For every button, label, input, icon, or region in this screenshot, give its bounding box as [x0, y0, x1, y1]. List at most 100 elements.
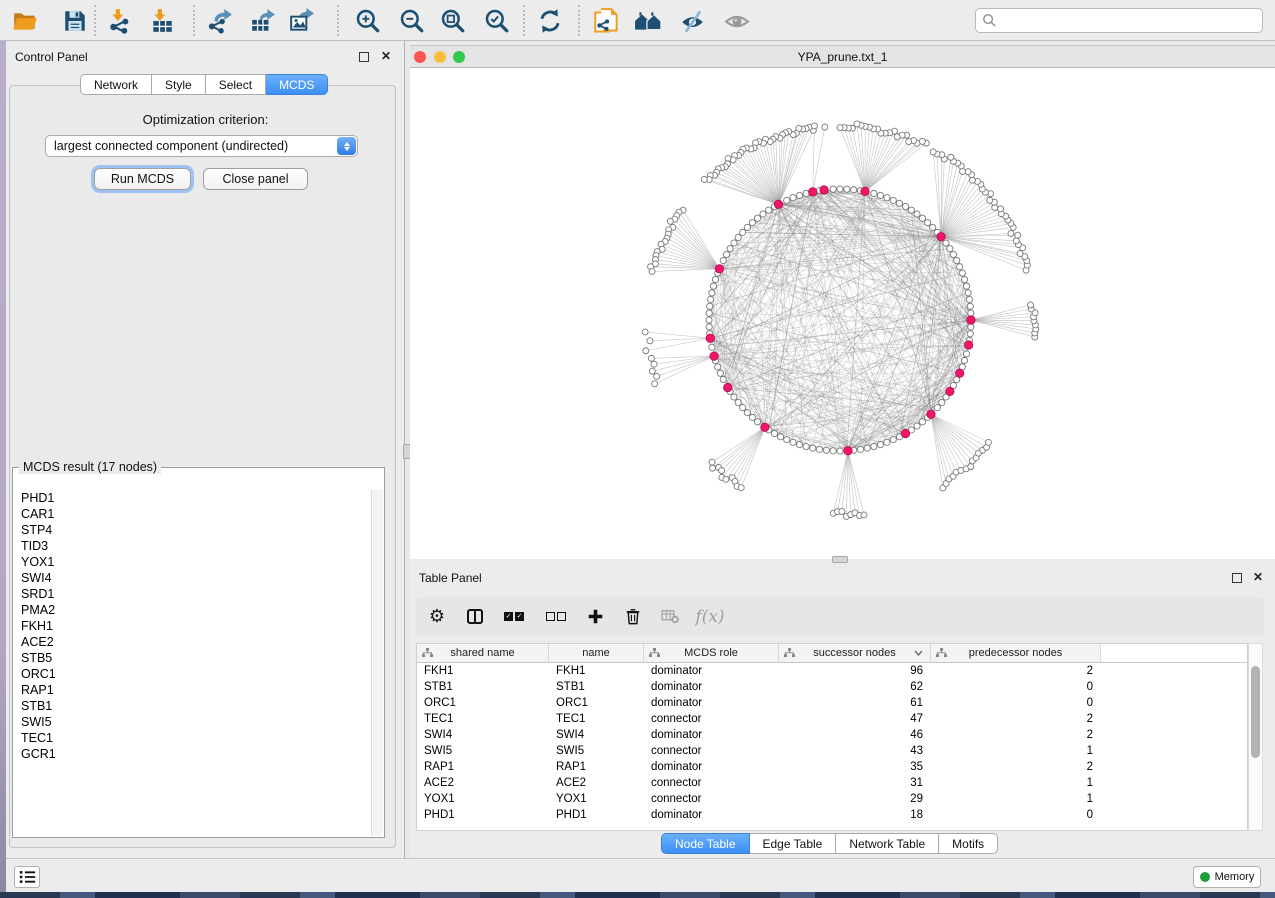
table-row[interactable]: YOX1YOX1connector291	[417, 791, 1247, 807]
table-cell[interactable]: dominator	[644, 759, 779, 775]
table-cell[interactable]: FKH1	[549, 663, 644, 679]
table-cell[interactable]: 61	[779, 695, 931, 711]
table-cell[interactable]: ACE2	[549, 775, 644, 791]
zoom-in-icon[interactable]	[354, 7, 382, 35]
table-cell[interactable]: dominator	[644, 679, 779, 695]
add-column-icon[interactable]	[576, 602, 614, 632]
table-cell[interactable]: ORC1	[549, 695, 644, 711]
mcds-result-item[interactable]: FKH1	[14, 618, 371, 634]
table-cell[interactable]: ORC1	[417, 695, 549, 711]
hide-details-eye-slash-icon[interactable]	[678, 7, 706, 35]
mcds-result-item[interactable]: SRD1	[14, 586, 371, 602]
table-cell[interactable]: 1	[931, 775, 1101, 791]
delete-table-icon[interactable]	[652, 602, 688, 632]
table-cell[interactable]: STB1	[549, 679, 644, 695]
mcds-result-item[interactable]: STB1	[14, 698, 371, 714]
table-cell[interactable]: 31	[779, 775, 931, 791]
table-cell[interactable]: 2	[931, 711, 1101, 727]
table-cell[interactable]: SWI4	[549, 727, 644, 743]
table-cell[interactable]: 2	[931, 759, 1101, 775]
column-header-mcds-role[interactable]: MCDS role	[644, 644, 779, 662]
mcds-result-item[interactable]: STB5	[14, 650, 371, 666]
table-cell[interactable]: 29	[779, 791, 931, 807]
table-cell[interactable]: 43	[779, 743, 931, 759]
split-columns-icon[interactable]	[458, 602, 492, 632]
select-all-icon[interactable]: ✓ ✓	[492, 602, 536, 632]
table-cell[interactable]: 96	[779, 663, 931, 679]
table-row[interactable]: FKH1FKH1dominator962	[417, 663, 1247, 679]
table-row[interactable]: PHD1PHD1dominator180	[417, 807, 1247, 823]
mcds-result-item[interactable]: PHD1	[14, 490, 371, 506]
table-row[interactable]: SWI5SWI5connector431	[417, 743, 1247, 759]
column-header-name[interactable]: name	[549, 644, 644, 662]
tab-mcds[interactable]: MCDS	[266, 74, 328, 95]
close-panel-icon[interactable]: ✕	[1253, 570, 1263, 584]
task-history-button[interactable]	[14, 866, 40, 888]
table-cell[interactable]: dominator	[644, 695, 779, 711]
tab-edge-table[interactable]: Edge Table	[750, 833, 837, 854]
home-networks-icon[interactable]	[634, 7, 662, 35]
mcds-result-item[interactable]: ACE2	[14, 634, 371, 650]
table-cell[interactable]: 0	[931, 695, 1101, 711]
table-cell[interactable]	[1101, 807, 1247, 823]
table-cell[interactable]: SWI4	[417, 727, 549, 743]
table-cell[interactable]	[1101, 711, 1247, 727]
export-table-icon[interactable]	[249, 7, 277, 35]
table-cell[interactable]: YOX1	[549, 791, 644, 807]
mcds-list-scrollbar[interactable]	[371, 490, 383, 836]
float-panel-icon[interactable]	[1232, 573, 1242, 583]
mcds-result-item[interactable]: PMA2	[14, 602, 371, 618]
trash-icon[interactable]	[614, 602, 652, 632]
table-row[interactable]: STB1STB1dominator620	[417, 679, 1247, 695]
gear-icon[interactable]: ⚙	[416, 602, 458, 632]
mcds-result-item[interactable]: SWI4	[14, 570, 371, 586]
tab-network-table[interactable]: Network Table	[836, 833, 939, 854]
column-header-shared-name[interactable]: shared name	[417, 644, 549, 662]
table-scrollbar-thumb[interactable]	[1251, 666, 1260, 758]
table-cell[interactable]: connector	[644, 791, 779, 807]
table-cell[interactable]: 0	[931, 679, 1101, 695]
network-graph[interactable]	[410, 68, 1275, 559]
table-cell[interactable]: connector	[644, 711, 779, 727]
table-cell[interactable]: 1	[931, 743, 1101, 759]
tab-node-table[interactable]: Node Table	[661, 833, 750, 854]
table-cell[interactable]: 47	[779, 711, 931, 727]
tab-select[interactable]: Select	[206, 74, 266, 95]
import-table-icon[interactable]	[148, 7, 176, 35]
table-cell[interactable]: 46	[779, 727, 931, 743]
table-cell[interactable]	[1101, 695, 1247, 711]
table-cell[interactable]: RAP1	[549, 759, 644, 775]
table-cell[interactable]: SWI5	[549, 743, 644, 759]
table-cell[interactable]: 2	[931, 727, 1101, 743]
table-cell[interactable]: 2	[931, 663, 1101, 679]
table-cell[interactable]: dominator	[644, 663, 779, 679]
zoom-out-icon[interactable]	[398, 7, 426, 35]
table-cell[interactable]: connector	[644, 743, 779, 759]
export-image-icon[interactable]	[288, 7, 316, 35]
memory-button[interactable]: Memory	[1193, 866, 1261, 888]
tab-network[interactable]: Network	[80, 74, 152, 95]
criterion-dropdown[interactable]: largest connected component (undirected)	[45, 135, 358, 157]
table-cell[interactable]: 62	[779, 679, 931, 695]
table-cell[interactable]: PHD1	[549, 807, 644, 823]
float-panel-icon[interactable]	[359, 52, 369, 62]
horizontal-splitter-handle[interactable]	[832, 556, 848, 563]
table-cell[interactable]: connector	[644, 775, 779, 791]
table-cell[interactable]	[1101, 663, 1247, 679]
run-mcds-button[interactable]: Run MCDS	[94, 168, 191, 190]
mcds-result-item[interactable]: GCR1	[14, 746, 371, 762]
mcds-result-item[interactable]: YOX1	[14, 554, 371, 570]
share-network-file-icon[interactable]	[592, 7, 620, 35]
show-details-eye-icon[interactable]	[723, 7, 751, 35]
table-cell[interactable]	[1101, 743, 1247, 759]
table-cell[interactable]: 0	[931, 807, 1101, 823]
table-cell[interactable]	[1101, 679, 1247, 695]
mcds-result-item[interactable]: TEC1	[14, 730, 371, 746]
table-cell[interactable]: 35	[779, 759, 931, 775]
table-row[interactable]: SWI4SWI4dominator462	[417, 727, 1247, 743]
table-cell[interactable]	[1101, 791, 1247, 807]
table-cell[interactable]: 18	[779, 807, 931, 823]
mcds-result-item[interactable]: SWI5	[14, 714, 371, 730]
export-network-icon[interactable]	[206, 7, 234, 35]
table-cell[interactable]	[1101, 759, 1247, 775]
